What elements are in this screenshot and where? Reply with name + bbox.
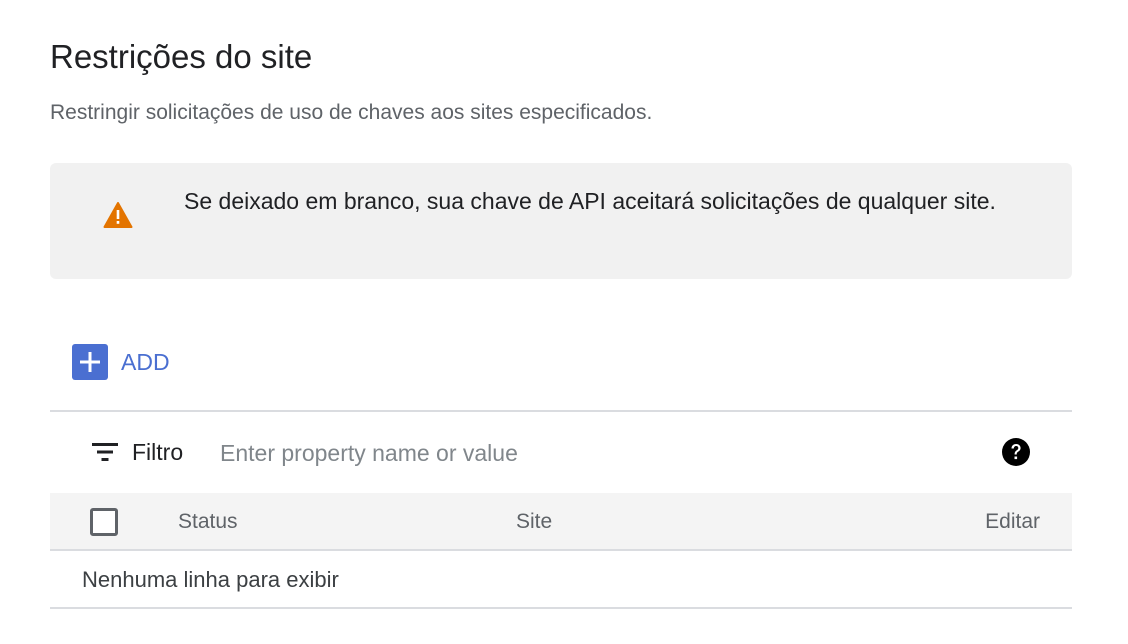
select-all-checkbox[interactable] (90, 508, 118, 536)
filter-bar: Filtro (50, 412, 1072, 492)
plus-icon (72, 344, 108, 380)
divider-header (50, 549, 1072, 551)
section-description: Restringir solicitações de uso de chaves… (50, 101, 653, 124)
column-header-status[interactable]: Status (178, 510, 238, 534)
warning-icon (103, 202, 133, 228)
table-header: Status Site Editar (50, 493, 1072, 550)
divider-bottom (50, 607, 1072, 609)
column-header-site[interactable]: Site (516, 510, 552, 534)
filter-icon (92, 443, 118, 461)
section-title: Restrições do site (50, 38, 313, 75)
empty-table-message: Nenhuma linha para exibir (82, 567, 339, 592)
add-button[interactable]: ADD (72, 344, 170, 380)
column-header-edit: Editar (985, 510, 1040, 533)
add-button-label: ADD (121, 348, 170, 375)
help-icon[interactable] (1001, 437, 1031, 467)
warning-text: Se deixado em branco, sua chave de API a… (184, 188, 996, 214)
filter-input[interactable] (218, 434, 942, 472)
warning-banner: Se deixado em branco, sua chave de API a… (50, 163, 1072, 279)
filter-label: Filtro (132, 439, 184, 465)
